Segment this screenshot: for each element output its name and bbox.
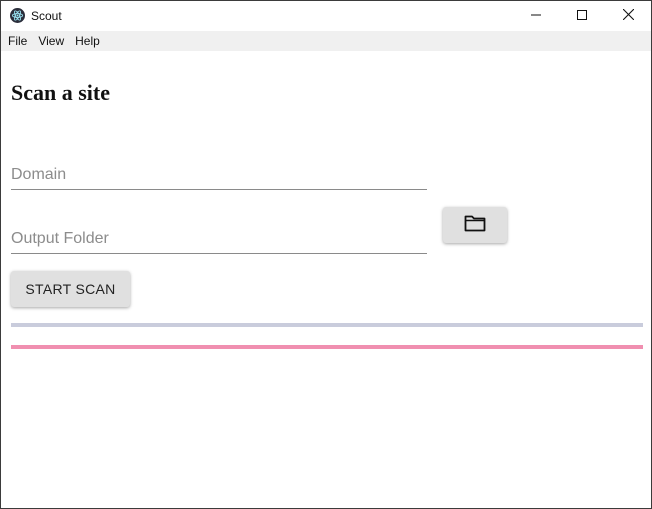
progress-bar-primary [11,323,643,327]
menu-bar: File View Help [1,31,651,51]
output-folder-input[interactable] [11,225,427,254]
window-title: Scout [31,9,62,23]
minimize-button[interactable] [513,1,559,31]
minimize-icon [531,7,541,25]
menu-view[interactable]: View [34,31,68,51]
browse-folder-button[interactable] [443,207,507,243]
maximize-button[interactable] [559,1,605,31]
menu-file[interactable]: File [4,31,31,51]
close-button[interactable] [605,1,651,31]
start-scan-button[interactable]: START SCAN [11,271,130,307]
menu-help[interactable]: Help [71,31,104,51]
progress-bar-secondary [11,345,643,349]
folder-icon [464,214,486,237]
domain-input[interactable] [11,161,427,190]
electron-logo-icon [10,8,25,23]
title-bar[interactable]: Scout [1,1,651,31]
maximize-icon [577,7,587,25]
app-window: Scout File View Help Scan a site Domain … [0,0,652,509]
close-icon [622,7,634,25]
page-title: Scan a site [11,80,110,105]
